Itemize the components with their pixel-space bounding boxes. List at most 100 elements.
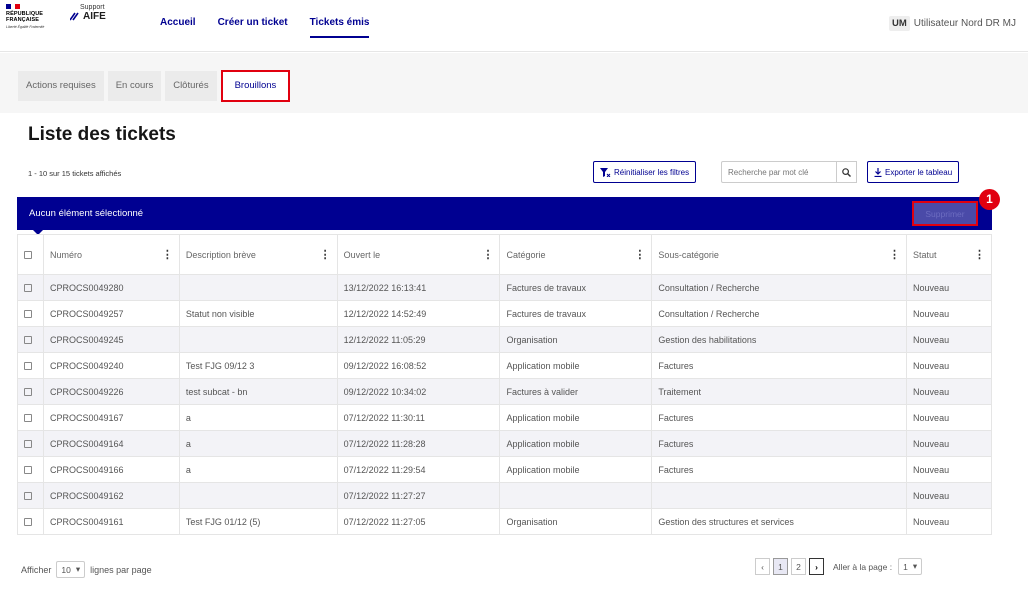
nav-creer-ticket[interactable]: Créer un ticket <box>218 17 288 38</box>
cell-numero[interactable]: CPROCS0049240 <box>42 352 180 379</box>
table-row[interactable]: CPROCS0049161 Test FJG 01/12 (5) 07/12/202… <box>17 508 992 535</box>
cell-numero[interactable]: CPROCS0049166 <box>42 456 180 483</box>
main-nav: Accueil Créer un ticket Tickets émis <box>160 17 370 38</box>
cell-description: a <box>178 430 338 457</box>
table-row[interactable]: CPROCS0049280 13/12/2022 16:13:41 Factures… <box>17 274 992 301</box>
nav-tickets-emis[interactable]: Tickets émis <box>309 17 370 38</box>
selection-bar: Aucun élément sélectionné <box>17 197 992 235</box>
cell-statut: Nouveau <box>906 352 992 379</box>
tab-en-cours[interactable]: En cours <box>107 71 162 101</box>
cell-categorie <box>499 482 653 509</box>
chevron-left-icon: ‹ <box>761 561 764 572</box>
next-page-button[interactable]: › <box>809 558 824 575</box>
user-menu[interactable]: UM Utilisateur Nord DR MJ <box>888 16 1016 31</box>
nav-accueil[interactable]: Accueil <box>160 17 196 38</box>
cell-description <box>178 326 338 353</box>
table-row[interactable]: CPROCS0049166 a 07/12/2022 11:29:54 Applica… <box>17 456 992 483</box>
column-label: Description brève <box>185 249 256 260</box>
rows-per-page: Afficher 10 ▾ lignes par page <box>21 561 152 578</box>
chevron-down-icon: ▾ <box>912 561 918 571</box>
prev-page-button[interactable]: ‹ <box>755 558 770 575</box>
cell-numero[interactable]: CPROCS0049162 <box>42 482 180 509</box>
export-table-button[interactable]: Exporter le tableau <box>867 161 960 183</box>
table-row[interactable]: CPROCS0049257 Statut non visible 12/12/202… <box>17 300 992 327</box>
rows-per-page-value: 10 <box>61 564 71 575</box>
cell-sous-categorie: Traitement <box>651 378 908 405</box>
column-label: Numéro <box>49 249 82 260</box>
table-row[interactable]: CPROCS0049164 a 07/12/2022 11:28:28 Applica… <box>17 430 992 457</box>
cell-categorie: Factures de travaux <box>499 274 653 301</box>
column-statut[interactable]: Statut ⋮ <box>906 234 992 275</box>
cell-description: test subcat - bn <box>178 378 338 405</box>
search-button[interactable] <box>837 161 857 183</box>
cell-sous-categorie: Gestion des habilitations <box>651 326 908 353</box>
column-categorie[interactable]: Catégorie ⋮ <box>499 234 653 275</box>
column-numero[interactable]: Numéro ⋮ <box>42 234 180 275</box>
column-menu-icon[interactable]: ⋮ <box>162 248 173 261</box>
cell-sous-categorie: Factures <box>651 430 908 457</box>
cell-numero[interactable]: CPROCS0049280 <box>42 274 180 301</box>
column-menu-icon[interactable]: ⋮ <box>482 248 493 261</box>
row-checkbox[interactable] <box>24 440 32 449</box>
aife-logo-icon <box>70 12 79 21</box>
cell-description: Test FJG 01/12 (5) <box>178 508 338 535</box>
goto-page-label: Aller à la page : <box>833 561 893 572</box>
tab-brouillons[interactable]: Brouillons <box>220 70 291 102</box>
select-all-checkbox[interactable] <box>24 251 32 260</box>
row-checkbox[interactable] <box>24 414 32 423</box>
column-menu-icon[interactable]: ⋮ <box>320 248 331 261</box>
tab-clotures[interactable]: Clôturés <box>165 71 217 101</box>
table-row[interactable]: CPROCS0049240 Test FJG 09/12 3 09/12/2022 … <box>17 352 992 379</box>
row-checkbox[interactable] <box>24 492 32 501</box>
cell-statut: Nouveau <box>906 508 992 535</box>
goto-page-select[interactable]: 1 ▾ <box>898 558 923 575</box>
cell-sous-categorie: Factures <box>651 404 908 431</box>
row-checkbox[interactable] <box>24 518 32 527</box>
row-checkbox[interactable] <box>24 336 32 345</box>
row-checkbox[interactable] <box>24 388 32 397</box>
cell-statut: Nouveau <box>906 404 992 431</box>
cell-description <box>178 274 338 301</box>
table-row[interactable]: CPROCS0049245 12/12/2022 11:05:29 Organisa… <box>17 326 992 353</box>
column-menu-icon[interactable]: ⋮ <box>634 248 645 261</box>
row-checkbox[interactable] <box>24 466 32 475</box>
table-row[interactable]: CPROCS0049226 test subcat - bn 09/12/2022 … <box>17 378 992 405</box>
table-footer: Afficher 10 ▾ lignes par page ‹ 1 2 › Al… <box>17 552 992 584</box>
cell-categorie: Factures à valider <box>499 378 653 405</box>
column-menu-icon[interactable]: ⋮ <box>889 248 900 261</box>
export-label: Exporter le tableau <box>885 167 953 177</box>
cell-numero[interactable]: CPROCS0049167 <box>42 404 180 431</box>
table-row[interactable]: CPROCS0049167 a 07/12/2022 11:30:11 Applica… <box>17 404 992 431</box>
table-row[interactable]: CPROCS0049162 07/12/2022 11:27:27 Nouveau <box>17 482 992 509</box>
cell-numero[interactable]: CPROCS0049226 <box>42 378 180 405</box>
brand-logo[interactable]: Support AIFE <box>70 4 106 22</box>
search-input[interactable] <box>721 161 837 183</box>
chevron-right-icon: › <box>815 561 818 572</box>
column-menu-icon[interactable]: ⋮ <box>974 248 985 261</box>
selection-status: Aucun élément sélectionné <box>29 208 144 219</box>
table-header-row: Numéro ⋮ Description brève ⋮ Ouvert le ⋮ Ca… <box>17 234 992 275</box>
rows-per-page-select[interactable]: 10 ▾ <box>56 561 86 578</box>
reset-filters-button[interactable]: Réinitialiser les filtres <box>593 161 697 183</box>
page-1-button[interactable]: 1 <box>773 558 788 575</box>
cell-numero[interactable]: CPROCS0049245 <box>42 326 180 353</box>
page-2-button[interactable]: 2 <box>791 558 806 575</box>
cell-numero[interactable]: CPROCS0049257 <box>42 300 180 327</box>
status-tabs: Actions requises En cours Clôturés Broui… <box>18 70 291 102</box>
row-checkbox[interactable] <box>24 284 32 293</box>
cell-categorie: Organisation <box>499 508 653 535</box>
user-name: Utilisateur Nord DR MJ <box>913 18 1016 29</box>
column-description[interactable]: Description brève ⋮ <box>178 234 338 275</box>
row-checkbox[interactable] <box>24 362 32 371</box>
column-sous-categorie[interactable]: Sous-catégorie ⋮ <box>651 234 908 275</box>
cell-statut: Nouveau <box>906 300 992 327</box>
cell-statut: Nouveau <box>906 456 992 483</box>
row-checkbox[interactable] <box>24 310 32 319</box>
column-ouvert-le[interactable]: Ouvert le ⋮ <box>336 234 501 275</box>
cell-numero[interactable]: CPROCS0049164 <box>42 430 180 457</box>
tab-actions-requises[interactable]: Actions requises <box>18 71 104 101</box>
cell-numero[interactable]: CPROCS0049161 <box>42 508 180 535</box>
cell-statut: Nouveau <box>906 430 992 457</box>
delete-button[interactable]: Supprimer <box>912 201 978 226</box>
column-label: Ouvert le <box>343 249 381 260</box>
